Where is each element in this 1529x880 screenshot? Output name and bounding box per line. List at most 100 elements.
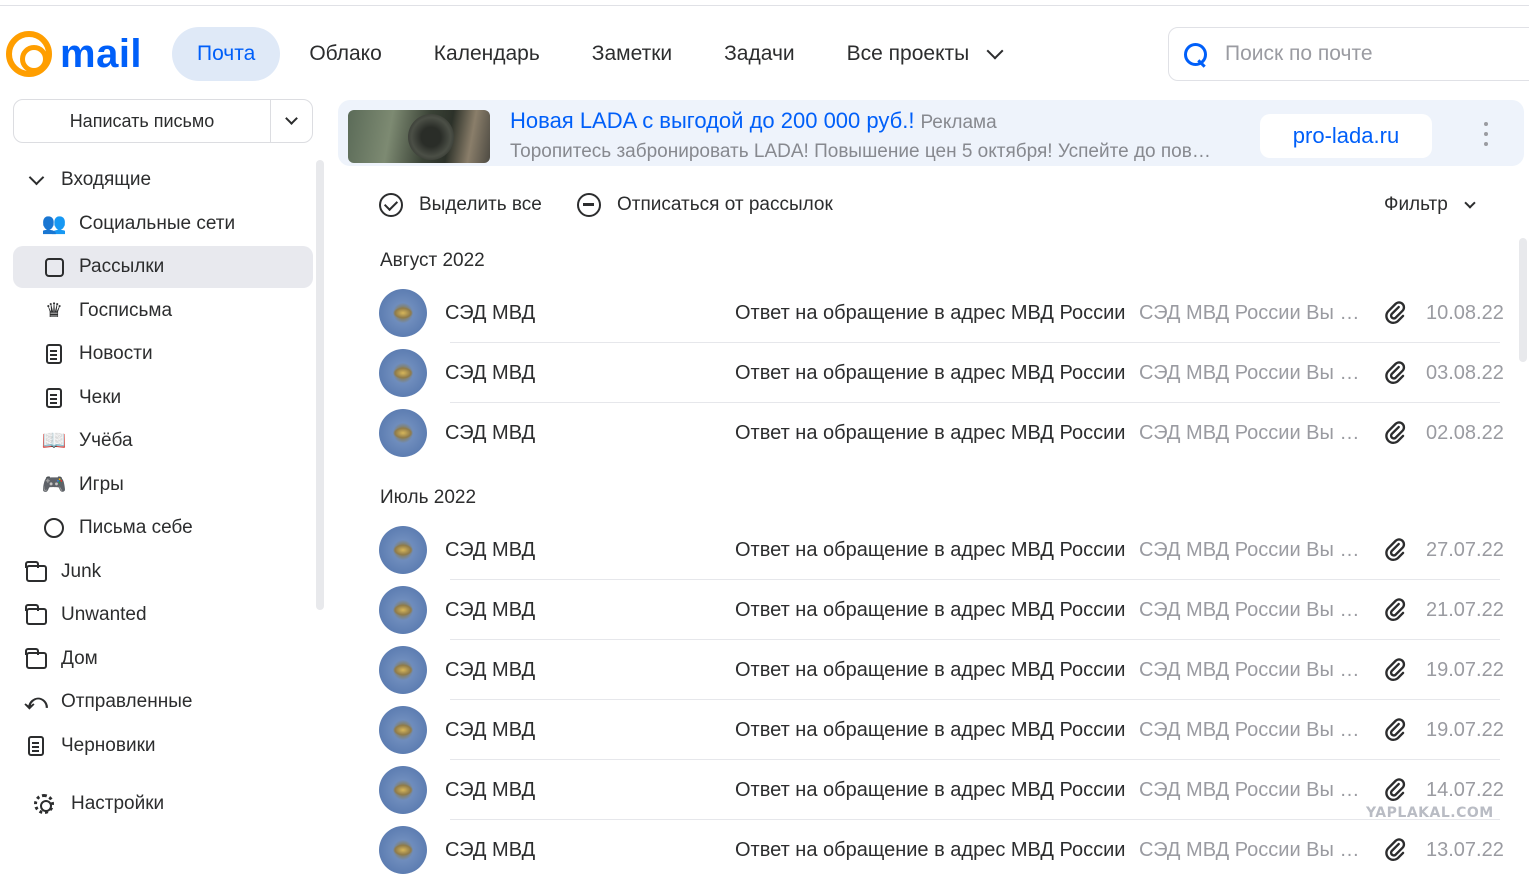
email-subject: Ответ на обращение в адрес МВД России xyxy=(735,301,1126,324)
nav-calendar[interactable]: Календарь xyxy=(408,27,566,81)
sidebar-item-label: Входящие xyxy=(61,169,152,190)
list-scrollbar[interactable] xyxy=(1519,238,1527,362)
sidebar-item-sent[interactable]: ⤺ Отправленные xyxy=(13,681,313,723)
sender-avatar[interactable] xyxy=(379,766,427,814)
folder-icon xyxy=(25,560,47,583)
sidebar-item-label: Новости xyxy=(79,343,153,364)
nav-notes[interactable]: Заметки xyxy=(566,27,698,81)
attachment-icon xyxy=(1385,658,1406,681)
month-header: Август 2022 xyxy=(380,250,485,271)
sender-avatar[interactable] xyxy=(379,586,427,634)
attachment-icon xyxy=(1385,421,1406,444)
top-navigation: Почта Облако Календарь Заметки Задачи Вс… xyxy=(172,27,1027,81)
sender-avatar[interactable] xyxy=(379,706,427,754)
nav-cloud[interactable]: Облако xyxy=(283,27,407,81)
ad-tag: Реклама xyxy=(920,112,997,133)
sidebar-item-inbox[interactable]: Входящие xyxy=(13,159,313,201)
sidebar-item-games[interactable]: 🎮 Игры xyxy=(13,464,313,506)
self-mail-icon xyxy=(43,517,65,539)
ad-link-button[interactable]: pro-lada.ru xyxy=(1260,114,1432,158)
sidebar-folder-home[interactable]: Дом xyxy=(13,638,313,680)
news-icon xyxy=(43,343,65,365)
compose-split-button: Написать письмо xyxy=(13,99,313,143)
email-sender: СЭД МВД xyxy=(445,361,536,384)
sidebar-item-drafts[interactable]: Черновики xyxy=(13,725,313,767)
email-subject: Ответ на обращение в адрес МВД России xyxy=(735,838,1126,861)
filter-dropdown[interactable]: Фильтр xyxy=(1384,194,1476,216)
email-snippet: СЭД МВД России Вы писали xyxy=(1139,658,1367,681)
email-row[interactable]: СЭД МВД Ответ на обращение в адрес МВД Р… xyxy=(370,760,1510,820)
attachment-icon xyxy=(1385,538,1406,561)
email-row[interactable]: СЭД МВД Ответ на обращение в адрес МВД Р… xyxy=(370,640,1510,700)
email-date: 02.08.22 xyxy=(1426,421,1504,444)
sidebar-item-label: Письма себе xyxy=(79,517,193,538)
search-input[interactable] xyxy=(1225,42,1529,66)
nav-mail[interactable]: Почта xyxy=(172,27,281,81)
email-subject: Ответ на обращение в адрес МВД России xyxy=(735,421,1126,444)
sidebar-folder-unwanted[interactable]: Unwanted xyxy=(13,594,313,636)
compose-button[interactable]: Написать письмо xyxy=(14,100,270,142)
sidebar-scrollbar[interactable] xyxy=(316,160,324,610)
ad-title[interactable]: Новая LADA с выгодой до 200 000 руб.! Рек… xyxy=(510,108,997,134)
sidebar-item-news[interactable]: Новости xyxy=(13,333,313,375)
sidebar-item-label: Отправленные xyxy=(61,691,193,712)
sender-avatar[interactable] xyxy=(379,409,427,457)
chevron-down-icon[interactable] xyxy=(25,169,47,191)
email-row[interactable]: СЭД МВД Ответ на обращение в адрес МВД Р… xyxy=(370,580,1510,640)
attachment-icon xyxy=(1385,838,1406,861)
receipt-icon xyxy=(43,387,65,409)
sidebar-folder-junk[interactable]: Junk xyxy=(13,551,313,593)
sidebar-item-label: Рассылки xyxy=(79,256,165,277)
at-sign-icon xyxy=(6,31,52,77)
ad-image[interactable] xyxy=(348,110,490,163)
ad-banner[interactable]: Новая LADA с выгодой до 200 000 руб.! Рек… xyxy=(338,100,1524,166)
sidebar-item-settings[interactable]: Настройки xyxy=(13,783,313,825)
nav-all-projects[interactable]: Все проекты xyxy=(821,27,1028,81)
minus-circle-icon xyxy=(577,193,601,217)
gear-icon xyxy=(33,793,55,815)
sidebar-item-newsletters[interactable]: Рассылки xyxy=(13,246,313,288)
sender-avatar[interactable] xyxy=(379,526,427,574)
email-row[interactable]: СЭД МВД Ответ на обращение в адрес МВД Р… xyxy=(370,820,1510,880)
sidebar-item-label: Черновики xyxy=(61,735,156,756)
email-snippet: СЭД МВД России Вы писали xyxy=(1139,538,1367,561)
compose-dropdown-button[interactable] xyxy=(270,100,312,142)
sidebar-item-self-mail[interactable]: Письма себе xyxy=(13,507,313,549)
sender-avatar[interactable] xyxy=(379,289,427,337)
email-row[interactable]: СЭД МВД Ответ на обращение в адрес МВД Р… xyxy=(370,700,1510,760)
email-date: 19.07.22 xyxy=(1426,658,1504,681)
nav-tasks[interactable]: Задачи xyxy=(698,27,821,81)
sidebar-item-label: Социальные сети xyxy=(79,213,236,234)
sent-arrow-icon: ⤺ xyxy=(24,689,48,714)
search-icon[interactable] xyxy=(1183,42,1207,66)
email-date: 10.08.22 xyxy=(1426,301,1504,324)
email-date: 03.08.22 xyxy=(1426,361,1504,384)
email-snippet: СЭД МВД России Вы писали xyxy=(1139,838,1367,861)
folder-icon xyxy=(25,603,47,626)
sidebar-item-receipts[interactable]: Чеки xyxy=(13,377,313,419)
email-row[interactable]: СЭД МВД Ответ на обращение в адрес МВД Р… xyxy=(370,520,1510,580)
select-all-button[interactable]: Выделить все xyxy=(379,192,542,218)
sender-avatar[interactable] xyxy=(379,349,427,397)
email-subject: Ответ на обращение в адрес МВД России xyxy=(735,718,1126,741)
nav-all-projects-label: Все проекты xyxy=(846,42,970,65)
mail-logo[interactable]: mail xyxy=(6,30,142,78)
draft-icon xyxy=(25,735,47,757)
filter-label: Фильтр xyxy=(1384,194,1448,215)
unsubscribe-button[interactable]: Отписаться от рассылок xyxy=(577,192,833,218)
sidebar-item-social[interactable]: 👥 Социальные сети xyxy=(13,203,313,245)
sidebar-item-label: Учёба xyxy=(79,430,133,451)
email-snippet: СЭД МВД России Вы писали xyxy=(1139,421,1367,444)
more-vertical-icon[interactable] xyxy=(1483,122,1489,146)
email-row[interactable]: СЭД МВД Ответ на обращение в адрес МВД Р… xyxy=(370,403,1510,463)
sidebar-item-gov-mail[interactable]: ♛ Госписьма xyxy=(13,290,313,332)
email-row[interactable]: СЭД МВД Ответ на обращение в адрес МВД Р… xyxy=(370,283,1510,343)
email-row[interactable]: СЭД МВД Ответ на обращение в адрес МВД Р… xyxy=(370,343,1510,403)
sender-avatar[interactable] xyxy=(379,646,427,694)
sender-avatar[interactable] xyxy=(379,826,427,874)
sidebar-item-study[interactable]: 📖 Учёба xyxy=(13,420,313,462)
email-sender: СЭД МВД xyxy=(445,538,536,561)
search-box[interactable] xyxy=(1168,27,1529,81)
email-sender: СЭД МВД xyxy=(445,598,536,621)
email-date: 21.07.22 xyxy=(1426,598,1504,621)
